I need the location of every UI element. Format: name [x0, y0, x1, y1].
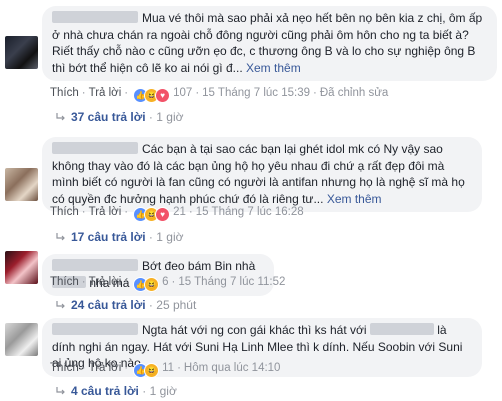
view-replies[interactable]: 4 câu trả lời · 1 giờ	[56, 384, 177, 398]
reactions[interactable]: 👍😆 ♥	[133, 88, 171, 104]
view-replies[interactable]: 37 câu trả lời · 1 giờ	[56, 110, 183, 124]
avatar[interactable]	[5, 323, 38, 356]
comment-actions: Thích · Trả lời · 👍😆 6 · 15 Tháng 7 lúc 11:52	[50, 276, 285, 293]
reply-link[interactable]: Trả lời	[89, 206, 122, 218]
replies-count[interactable]: 4 câu trả lời	[71, 384, 139, 398]
comment-time[interactable]: 15 Tháng 7 lúc 16:28	[196, 206, 304, 218]
commenter-name-redacted[interactable]	[52, 11, 138, 23]
replies-count[interactable]: 24 câu trả lời	[71, 298, 146, 312]
reply-arrow-icon	[56, 386, 66, 396]
reaction-count: 21	[173, 206, 186, 218]
reaction-count: 11	[162, 362, 175, 374]
like-link[interactable]: Thích	[50, 87, 79, 99]
reply-link[interactable]: Trả lời	[89, 276, 122, 288]
commenter-name-redacted[interactable]	[52, 259, 138, 271]
replies-time: 1 giờ	[156, 230, 184, 244]
comment-text: Bớt đeo bám Bin nhà	[142, 259, 256, 273]
view-replies[interactable]: 24 câu trả lời · 25 phút	[56, 298, 196, 312]
like-link[interactable]: Thích	[50, 206, 79, 218]
reply-arrow-icon	[56, 112, 66, 122]
like-link[interactable]: Thích	[50, 276, 79, 288]
comment-time[interactable]: 15 Tháng 7 lúc 11:52	[178, 276, 285, 288]
comment-actions: Thích · Trả lời · 👍😆 11 · Hôm qua lúc 14:10	[50, 362, 281, 379]
comment-bubble: Các bạn à tại sao các bạn lại ghét idol …	[42, 137, 482, 212]
reply-link[interactable]: Trả lời	[89, 87, 122, 99]
reactions[interactable]: 👍😆 ♥	[133, 207, 171, 223]
comment-time[interactable]: 15 Tháng 7 lúc 15:39	[202, 87, 310, 99]
commenter-name-redacted[interactable]	[52, 323, 138, 335]
reply-arrow-icon	[56, 300, 66, 310]
comment-actions: Thích · Trả lời · 👍😆 ♥ 21 · 15 Tháng 7 lúc 16:28	[50, 206, 304, 223]
replies-count[interactable]: 37 câu trả lời	[71, 110, 146, 124]
reply-arrow-icon	[56, 232, 66, 242]
commenter-name-redacted[interactable]	[52, 142, 138, 154]
reaction-count: 6	[162, 276, 169, 288]
reply-link[interactable]: Trả lời	[89, 362, 122, 374]
see-more-link[interactable]: Xem thêm	[246, 61, 301, 75]
reactions[interactable]: 👍😆	[133, 277, 160, 293]
replies-time: 1 giờ	[156, 110, 184, 124]
comment-actions: Thích · Trả lời · 👍😆 ♥ 107 · 15 Tháng 7 lúc 15:3…	[50, 87, 388, 104]
comment-time[interactable]: Hôm qua lúc 14:10	[184, 362, 281, 374]
redacted-name	[369, 323, 434, 335]
replies-count[interactable]: 17 câu trả lời	[71, 230, 146, 244]
love-reaction-icon: ♥	[155, 207, 171, 223]
see-more-link[interactable]: Xem thêm	[327, 192, 382, 206]
reaction-count: 107	[173, 87, 193, 99]
haha-reaction-icon: 😆	[144, 277, 160, 293]
avatar[interactable]	[5, 36, 38, 69]
haha-reaction-icon: 😆	[144, 363, 160, 379]
reactions[interactable]: 👍😆	[133, 363, 160, 379]
replies-time: 1 giờ	[149, 384, 177, 398]
avatar[interactable]	[5, 168, 38, 201]
view-replies[interactable]: 17 câu trả lời · 1 giờ	[56, 230, 183, 244]
love-reaction-icon: ♥	[155, 88, 171, 104]
replies-time: 25 phút	[156, 298, 197, 312]
comment-text: Ngta hát với ng con gái khác thì ks hát …	[142, 323, 367, 337]
comment-bubble: Mua vé thôi mà sao phải xả nẹo hết bên n…	[42, 6, 497, 81]
avatar[interactable]	[5, 251, 38, 284]
edited-label[interactable]: Đã chỉnh sửa	[320, 87, 388, 99]
like-link[interactable]: Thích	[50, 362, 79, 374]
